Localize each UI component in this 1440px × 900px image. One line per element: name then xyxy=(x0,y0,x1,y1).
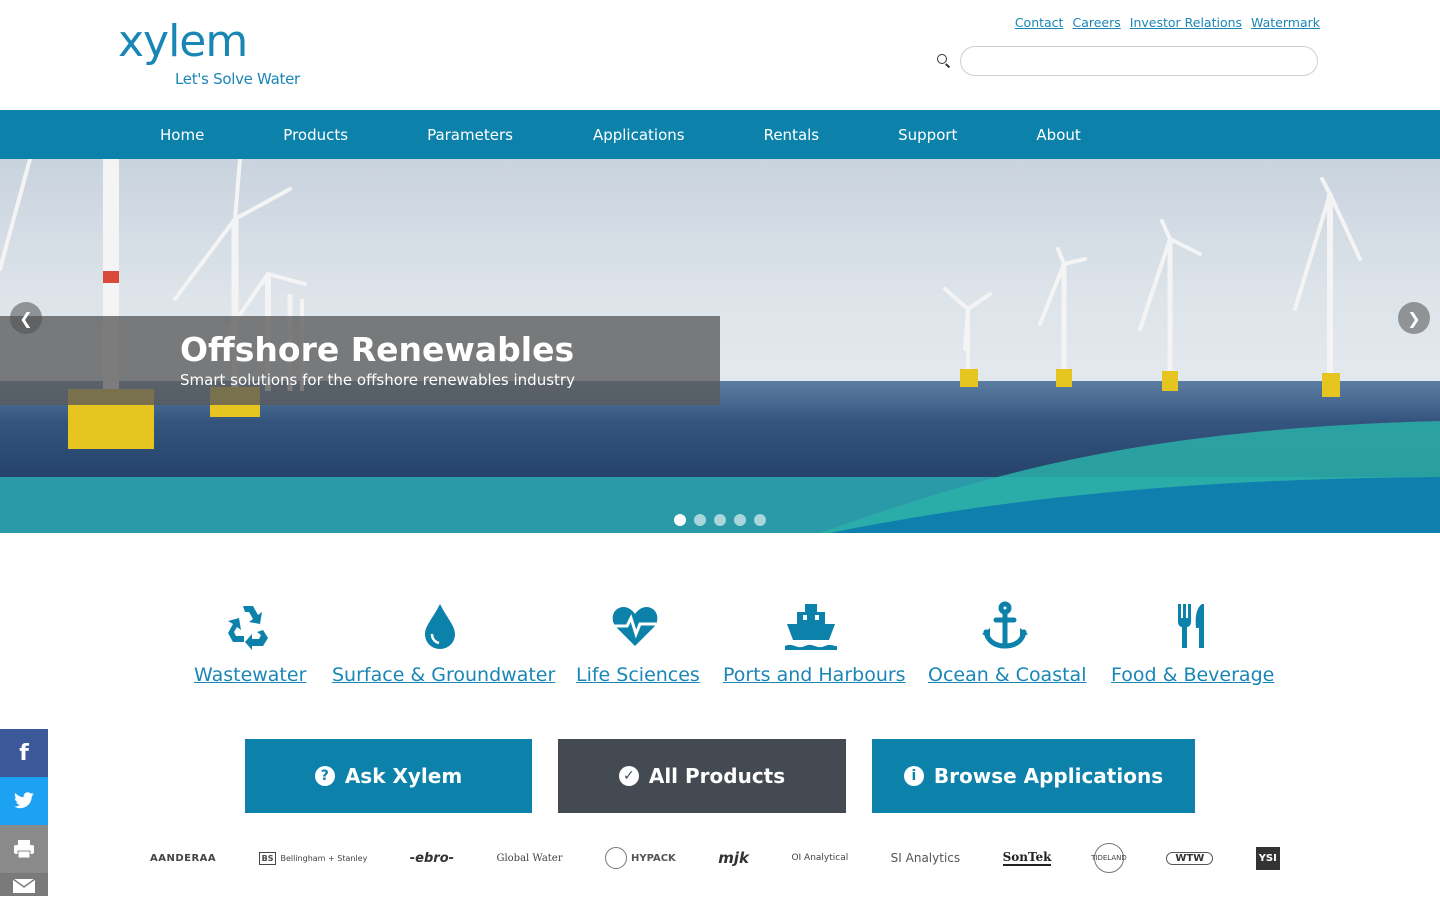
brand-wtw[interactable]: WTW xyxy=(1166,851,1214,865)
chevron-left-icon: ❮ xyxy=(19,308,33,328)
brand-bellingham-stanley[interactable]: BS Bellingham + Stanley xyxy=(258,851,368,865)
nav-item-applications[interactable]: Applications xyxy=(593,110,685,159)
twitter-share-button[interactable] xyxy=(0,777,48,825)
browse-applications-button[interactable]: i Browse Applications xyxy=(872,739,1195,813)
category-label: Surface & Groundwater xyxy=(332,664,556,686)
utility-links: Contact Careers Investor Relations Water… xyxy=(1015,15,1320,30)
ask-xylem-button[interactable]: ? Ask Xylem xyxy=(245,739,532,813)
utensils-icon xyxy=(1177,604,1204,648)
carousel-dot-1[interactable] xyxy=(674,514,686,526)
email-share-button[interactable] xyxy=(0,873,48,896)
contact-link[interactable]: Contact xyxy=(1015,15,1064,30)
carousel-dot-3[interactable] xyxy=(714,514,726,526)
category-label: Wastewater xyxy=(194,664,307,686)
category-food-beverage[interactable]: Food & Beverage xyxy=(1111,600,1275,686)
careers-link[interactable]: Careers xyxy=(1072,15,1120,30)
search-input[interactable] xyxy=(960,46,1318,76)
brand-oi-analytical[interactable]: OI Analytical xyxy=(791,853,848,863)
market-categories: Wastewater Surface & Groundwater Life Sc… xyxy=(0,600,1440,700)
carousel-dot-4[interactable] xyxy=(734,514,746,526)
facebook-icon: f xyxy=(19,740,29,766)
brand-logos: AANDERAA BS Bellingham + Stanley -ebro- G… xyxy=(150,842,1280,874)
check-circle-icon: ✓ xyxy=(618,766,639,786)
all-products-button[interactable]: ✓ All Products xyxy=(558,739,846,813)
nav-item-about[interactable]: About xyxy=(1036,110,1080,159)
hero-subtitle: Smart solutions for the offshore renewab… xyxy=(180,371,575,389)
print-button[interactable] xyxy=(0,825,48,873)
nav-item-home[interactable]: Home xyxy=(160,110,204,159)
ship-icon xyxy=(785,604,837,650)
info-circle-icon: i xyxy=(903,766,924,786)
watermark-link[interactable]: Watermark xyxy=(1251,15,1320,30)
nav-item-parameters[interactable]: Parameters xyxy=(427,110,513,159)
ask-xylem-label: Ask Xylem xyxy=(344,764,463,788)
brand-global-water[interactable]: Global Water xyxy=(496,853,562,864)
brand-aanderaa[interactable]: AANDERAA xyxy=(150,853,216,864)
brand-si-analytics[interactable]: SI Analytics xyxy=(891,851,960,865)
category-label: Ocean & Coastal xyxy=(928,664,1087,686)
facebook-share-button[interactable]: f xyxy=(0,729,48,777)
xylem-logo[interactable]: xylem Let's Solve Water xyxy=(118,16,318,92)
chevron-right-icon: ❯ xyxy=(1407,308,1421,328)
hypack-globe-icon xyxy=(604,847,627,869)
category-surface-groundwater[interactable]: Surface & Groundwater xyxy=(332,600,556,686)
carousel-indicators xyxy=(674,514,766,526)
category-label: Life Sciences xyxy=(576,664,700,686)
brand-hypack-label: HYPACK xyxy=(630,852,676,864)
brand-mjk[interactable]: mjk xyxy=(718,849,749,867)
category-label: Ports and Harbours xyxy=(723,664,906,686)
category-ocean-coastal[interactable]: Ocean & Coastal xyxy=(928,600,1087,686)
water-drop-icon xyxy=(424,604,455,649)
search-icon[interactable] xyxy=(936,53,952,69)
category-label: Food & Beverage xyxy=(1111,664,1275,686)
heartbeat-icon xyxy=(612,607,657,646)
logo-tagline: Let's Solve Water xyxy=(175,70,300,88)
brand-ysi[interactable]: YSI xyxy=(1255,846,1280,870)
search-bar xyxy=(936,46,1318,76)
social-share-bar: f xyxy=(0,729,48,896)
anchor-icon xyxy=(981,601,1028,649)
browse-applications-label: Browse Applications xyxy=(933,764,1164,788)
nav-item-rentals[interactable]: Rentals xyxy=(764,110,820,159)
all-products-label: All Products xyxy=(648,764,786,788)
twitter-icon xyxy=(14,792,34,809)
carousel-prev-button[interactable]: ❮ xyxy=(10,302,42,334)
envelope-icon xyxy=(13,879,35,893)
brand-tideland[interactable]: TIDELAND xyxy=(1091,843,1127,873)
category-ports-harbours[interactable]: Ports and Harbours xyxy=(723,600,906,686)
question-circle-icon: ? xyxy=(314,766,335,786)
brand-ebro[interactable]: -ebro- xyxy=(410,851,454,866)
hero-caption: Offshore Renewables Smart solutions for … xyxy=(0,316,720,405)
bs-logo-icon: BS xyxy=(258,851,277,865)
logo-wordmark: xylem xyxy=(118,16,248,67)
investor-relations-link[interactable]: Investor Relations xyxy=(1130,15,1242,30)
brand-hypack[interactable]: HYPACK xyxy=(604,847,676,869)
hero-title: Offshore Renewables xyxy=(180,330,575,369)
recycle-icon xyxy=(228,606,268,650)
category-life-sciences[interactable]: Life Sciences xyxy=(576,600,700,686)
print-icon xyxy=(14,840,34,859)
site-header: xylem Let's Solve Water Contact Careers … xyxy=(0,0,1440,110)
brand-sontek[interactable]: SonTek xyxy=(1002,850,1052,866)
hero-carousel: Offshore Renewables Smart solutions for … xyxy=(0,159,1440,533)
brand-bellingham-stanley-label: Bellingham + Stanley xyxy=(280,853,368,863)
carousel-next-button[interactable]: ❯ xyxy=(1398,302,1430,334)
nav-item-products[interactable]: Products xyxy=(283,110,348,159)
main-navigation: Home Products Parameters Applications Re… xyxy=(0,110,1440,159)
carousel-dot-2[interactable] xyxy=(694,514,706,526)
nav-item-support[interactable]: Support xyxy=(898,110,957,159)
category-wastewater[interactable]: Wastewater xyxy=(194,600,307,686)
carousel-dot-5[interactable] xyxy=(754,514,766,526)
